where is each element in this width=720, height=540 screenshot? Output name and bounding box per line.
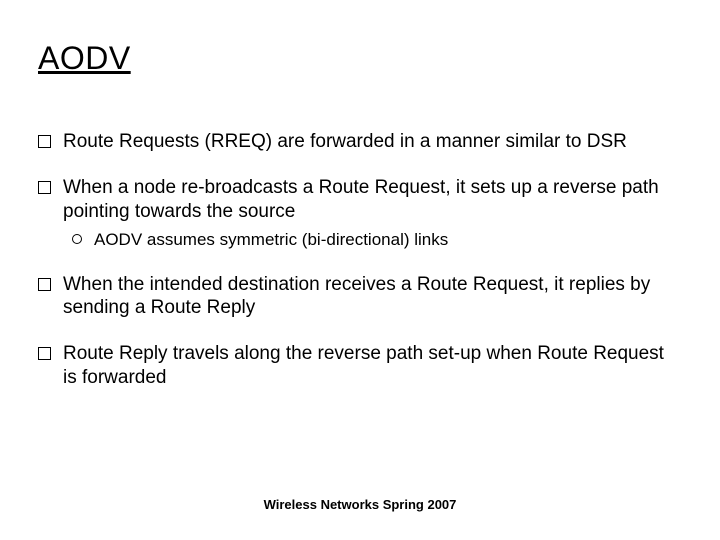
- slide-footer: Wireless Networks Spring 2007: [0, 497, 720, 512]
- square-bullet-icon: [38, 278, 51, 291]
- square-bullet-icon: [38, 135, 51, 148]
- square-bullet-icon: [38, 347, 51, 360]
- bullet-item: When the intended destination receives a…: [38, 273, 678, 321]
- bullet-text: Route Requests (RREQ) are forwarded in a…: [63, 130, 678, 154]
- circle-bullet-icon: [72, 234, 82, 244]
- bullet-text: When a node re-broadcasts a Route Reques…: [63, 176, 678, 224]
- bullet-item: Route Requests (RREQ) are forwarded in a…: [38, 130, 678, 154]
- slide: AODV Route Requests (RREQ) are forwarded…: [0, 0, 720, 540]
- sub-bullet-text: AODV assumes symmetric (bi-directional) …: [94, 229, 678, 250]
- square-bullet-icon: [38, 181, 51, 194]
- sub-bullet-item: AODV assumes symmetric (bi-directional) …: [72, 229, 678, 250]
- bullet-item: When a node re-broadcasts a Route Reques…: [38, 176, 678, 224]
- bullet-text: Route Reply travels along the reverse pa…: [63, 342, 678, 390]
- bullet-item: Route Reply travels along the reverse pa…: [38, 342, 678, 390]
- slide-title: AODV: [38, 40, 131, 77]
- bullet-text: When the intended destination receives a…: [63, 273, 678, 321]
- slide-content: Route Requests (RREQ) are forwarded in a…: [38, 130, 678, 412]
